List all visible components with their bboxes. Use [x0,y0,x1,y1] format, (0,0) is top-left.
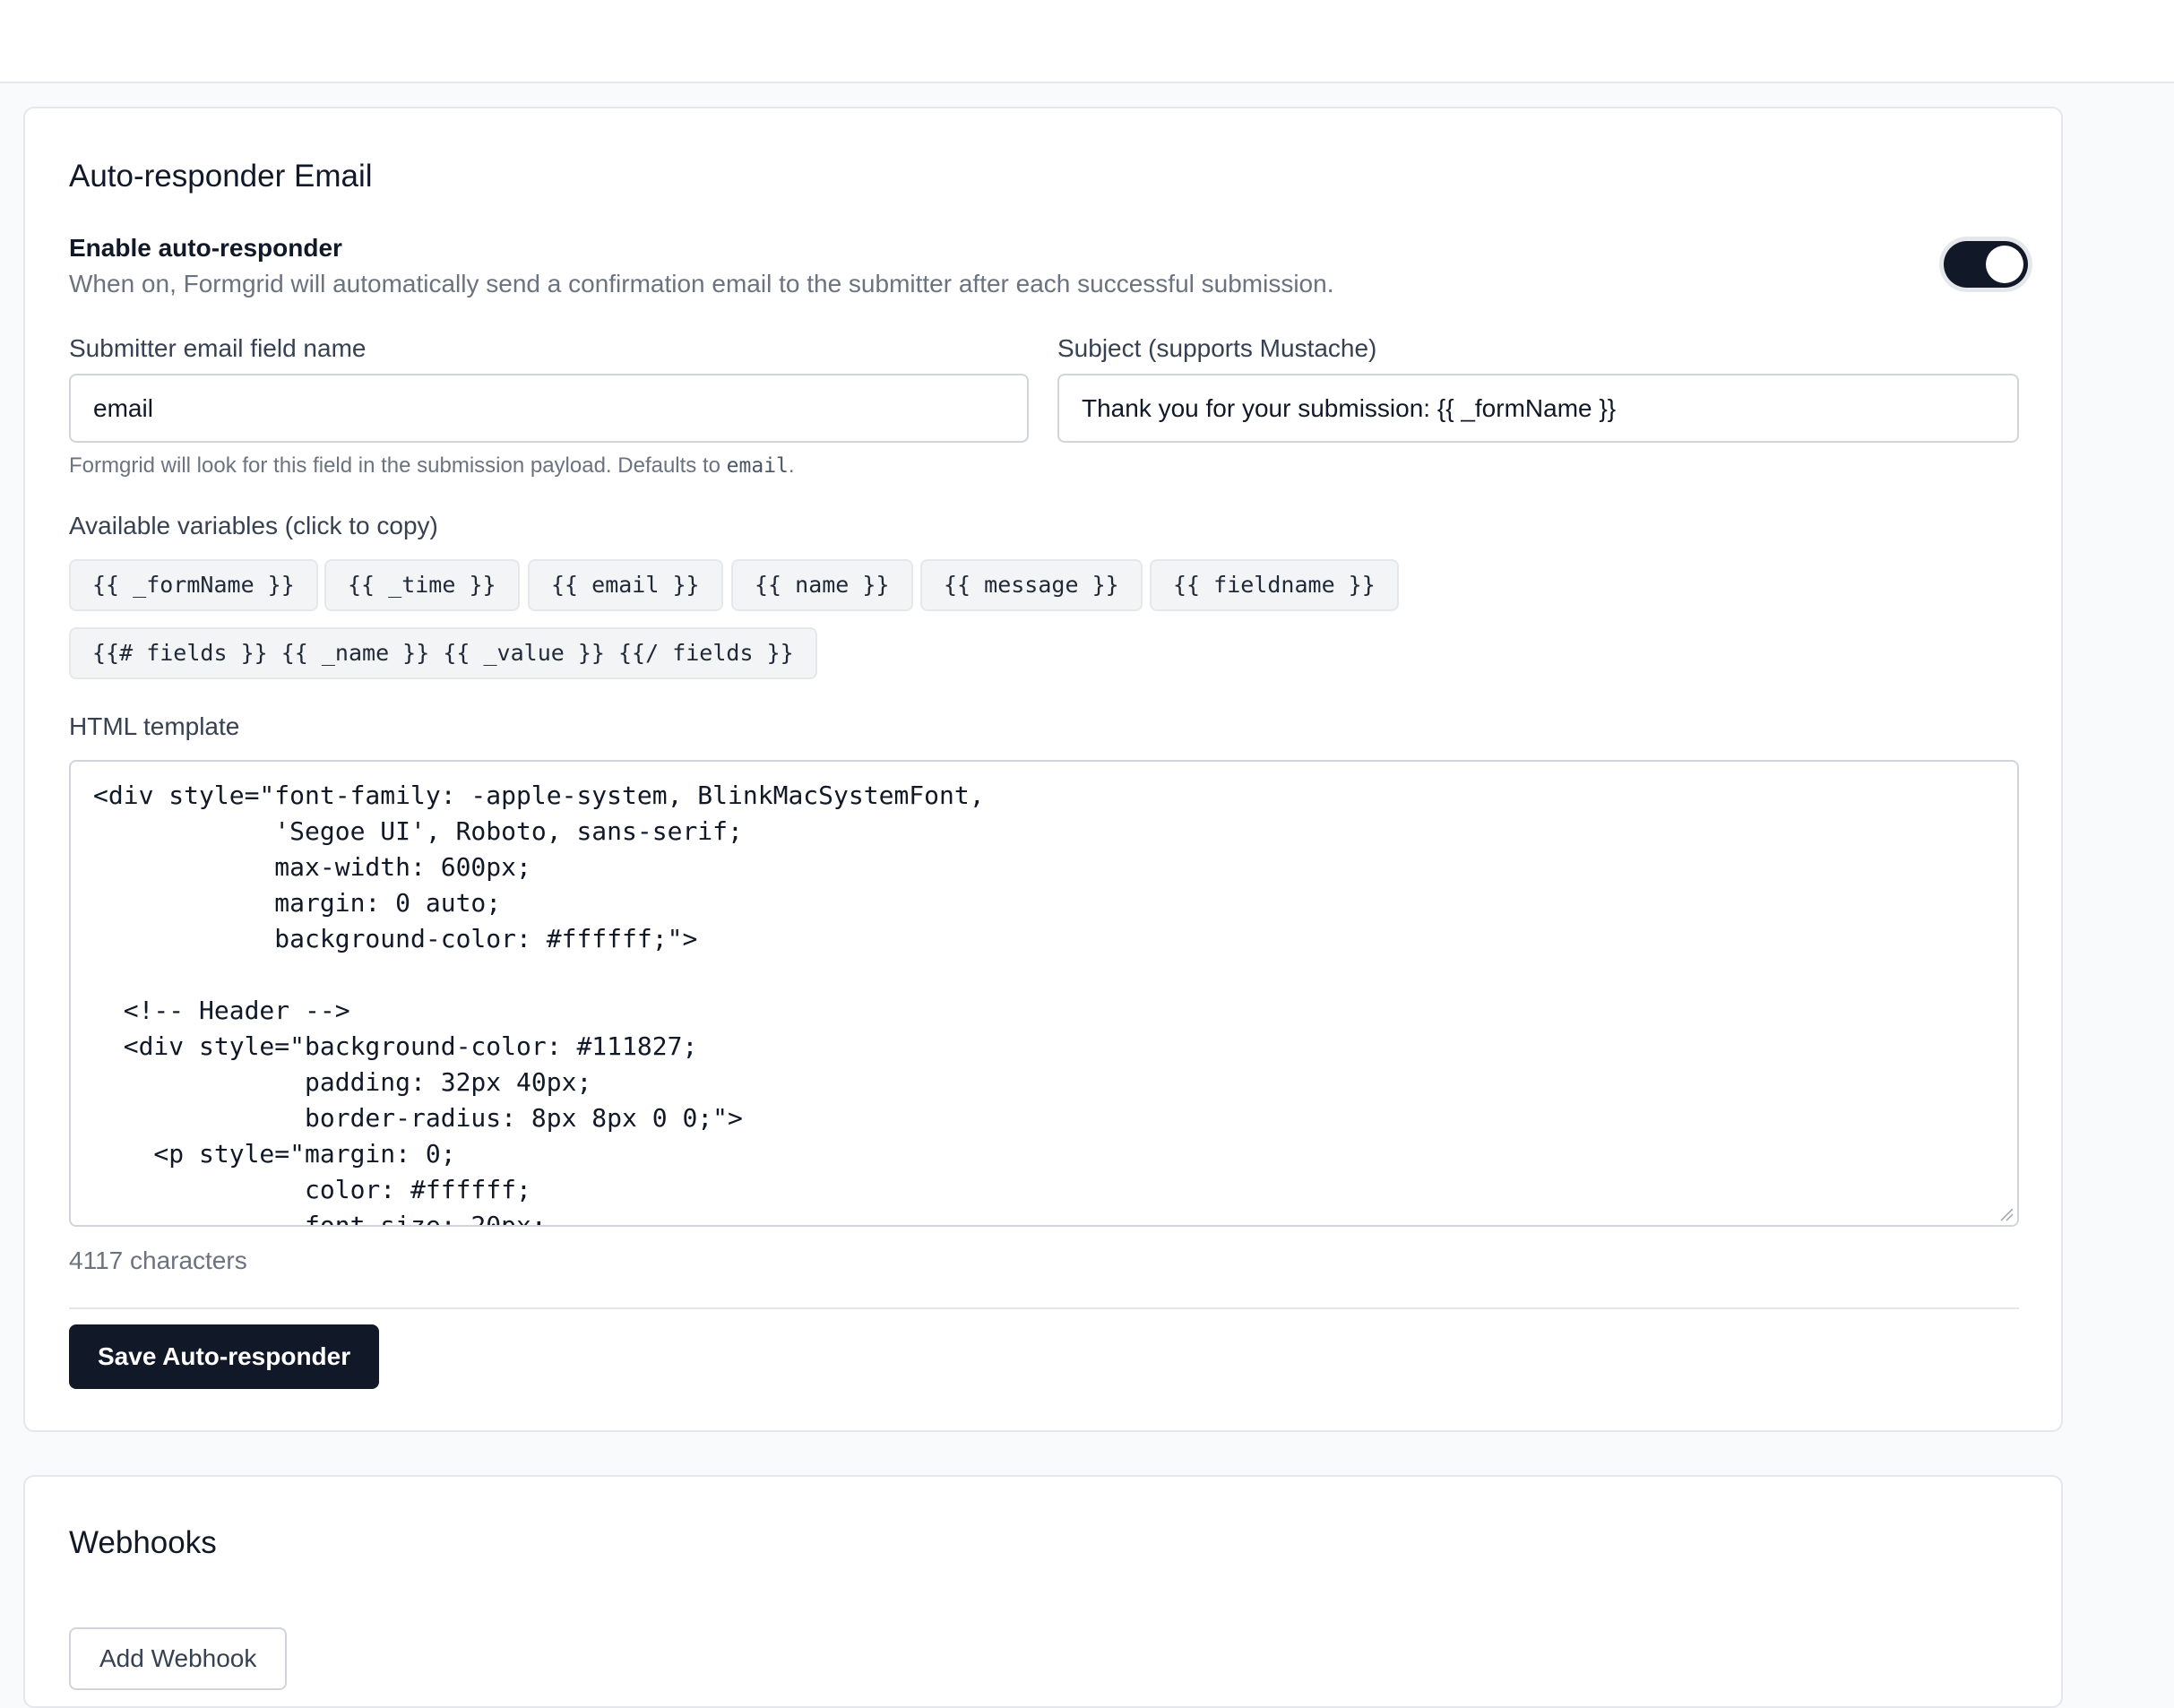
variables-label: Available variables (click to copy) [69,512,438,539]
email-field-label: Submitter email field name [69,334,367,362]
toggle-track [1944,241,2028,288]
variable-chip-formname[interactable]: {{ _formName }} [69,559,318,611]
autoresponder-title: Auto-responder Email [69,159,373,194]
email-field-hint-code: email [726,454,789,478]
variable-chip-fieldname[interactable]: {{ fieldname }} [1150,559,1399,611]
subject-label: Subject (supports Mustache) [1057,334,1377,362]
variable-chip-email[interactable]: {{ email }} [528,559,723,611]
variable-chip-message[interactable]: {{ message }} [920,559,1143,611]
template-label: HTML template [69,712,240,740]
template-code: <div style="font-family: -apple-system, … [93,781,985,1227]
autoresponder-card: Auto-responder Email Enable auto-respond… [23,107,2063,1432]
webhooks-card: Webhooks Add Webhook [23,1475,2063,1708]
variable-chip-fields-loop[interactable]: {{# fields }} {{ _name }} {{ _value }} {… [69,627,817,679]
save-autoresponder-button[interactable]: Save Auto-responder [69,1324,380,1389]
resize-handle-icon[interactable] [1999,1207,2014,1221]
email-field-input[interactable]: email [69,374,1029,443]
email-field-hint-text: Formgrid will look for this field in the… [69,453,720,478]
toggle-knob [1986,246,2023,283]
enable-autoresponder-label: Enable auto-responder [69,234,342,262]
add-webhook-button[interactable]: Add Webhook [69,1627,288,1690]
enable-autoresponder-toggle[interactable] [1939,237,2032,292]
variable-chip-name[interactable]: {{ name }} [731,559,913,611]
divider [69,1307,2019,1309]
email-field-hint-suffix: . [788,453,795,478]
webhooks-title: Webhooks [69,1525,217,1560]
template-char-count: 4117 characters [69,1246,247,1274]
enable-autoresponder-description: When on, Formgrid will automatically sen… [69,270,1334,298]
top-bar [0,0,2174,83]
template-textarea[interactable]: <div style="font-family: -apple-system, … [69,760,2019,1227]
subject-input[interactable]: Thank you for your submission: {{ _formN… [1057,374,2019,443]
email-field-hint: Formgrid will look for this field in the… [69,453,795,479]
variable-chip-time[interactable]: {{ _time }} [324,559,520,611]
